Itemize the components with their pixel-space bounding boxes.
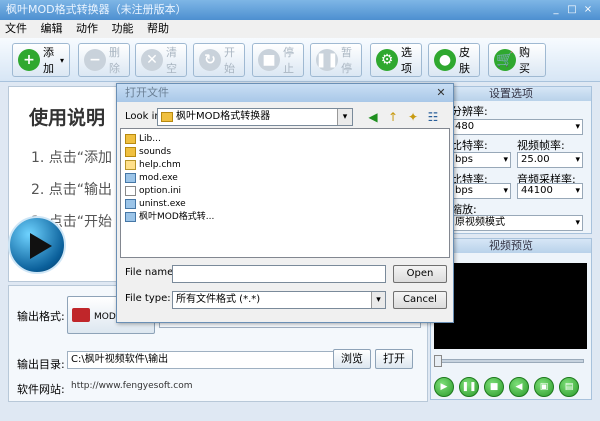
- view-menu-icon[interactable]: ☷: [425, 109, 441, 125]
- folder-icon: [125, 147, 136, 157]
- lookin-select[interactable]: 枫叶MOD格式转换器: [157, 108, 353, 126]
- website-label: 软件网站:: [17, 383, 65, 396]
- settings-panel: 设置选项 分辨率: 480 比特率: 视频帧率: bps 25.00 比特率: …: [430, 86, 592, 234]
- instruction-heading: 使用说明: [29, 107, 106, 129]
- window-titlebar: 枫叶MOD格式转换器（未注册版本） _ □ ×: [0, 0, 600, 20]
- folder-icon: [161, 112, 173, 122]
- window-title: 枫叶MOD格式转换器（未注册版本）: [6, 3, 187, 16]
- website-link[interactable]: http://www.fengyesoft.com: [71, 381, 193, 391]
- clear-icon: ✕: [141, 49, 163, 71]
- preview-slider-track[interactable]: [439, 359, 584, 363]
- pause-button[interactable]: ❚❚ 暂停: [310, 43, 362, 77]
- skin-icon: ●: [434, 49, 456, 71]
- preview-slider-handle[interactable]: [434, 355, 442, 367]
- file-item[interactable]: Lib...: [125, 133, 161, 146]
- file-item[interactable]: mod.exe: [125, 172, 178, 185]
- bitrate-select[interactable]: bps: [451, 152, 511, 168]
- instruction-step-2: 2. 点击“输出: [31, 182, 113, 198]
- add-button[interactable]: + 添加 ▾: [12, 43, 70, 77]
- framerate-select[interactable]: 25.00: [517, 152, 583, 168]
- stop-icon[interactable]: ■: [484, 377, 504, 397]
- refresh-icon: ↻: [199, 49, 221, 71]
- samplerate-select[interactable]: 44100: [517, 183, 583, 199]
- filename-label: File name:: [125, 267, 177, 278]
- skin-button[interactable]: ● 皮肤: [428, 43, 480, 77]
- dialog-close-icon[interactable]: ✕: [433, 85, 449, 101]
- framerate-label: 视频帧率:: [517, 139, 565, 152]
- file-item[interactable]: sounds: [125, 146, 171, 159]
- preview-panel: 视频预览 ▶ ❚❚ ■ ◀ ▣ ▤: [430, 238, 592, 400]
- toolbar: + 添加 ▾ − 删除 ✕ 清空 ↻ 开始 ■ 停止 ❚❚ 暂停 ⚙ 选项 ● 皮…: [0, 38, 600, 82]
- dialog-cancel-button[interactable]: Cancel: [393, 291, 447, 309]
- stop-button[interactable]: ■ 停止: [252, 43, 304, 77]
- ini-file-icon: [125, 186, 136, 196]
- minimize-icon[interactable]: _: [548, 3, 564, 17]
- open-file-dialog: 打开文件 ✕ Look in: 枫叶MOD格式转换器 ◀ ↑ ✦ ☷ Lib..…: [116, 83, 454, 323]
- exe-file-icon: [125, 212, 136, 222]
- maximize-icon[interactable]: □: [564, 3, 580, 17]
- folder-icon[interactable]: ▤: [559, 377, 579, 397]
- up-folder-icon[interactable]: ↑: [385, 109, 401, 125]
- plus-icon: +: [18, 49, 40, 71]
- folder-icon: [125, 134, 136, 144]
- close-icon[interactable]: ×: [580, 3, 596, 17]
- camera-icon: [72, 308, 90, 322]
- options-icon: ⚙: [376, 49, 398, 71]
- play-icon[interactable]: ▶: [434, 377, 454, 397]
- filetype-select[interactable]: 所有文件格式 (*.*) ▾: [172, 291, 386, 309]
- file-list[interactable]: Lib... sounds help.chm mod.exe option.in…: [120, 128, 450, 258]
- chevron-down-icon: ▾: [371, 292, 385, 308]
- file-item[interactable]: help.chm: [125, 159, 181, 172]
- browse-button[interactable]: 浏览: [333, 349, 371, 369]
- pause-icon: ❚❚: [315, 49, 339, 71]
- dialog-open-button[interactable]: Open: [393, 265, 447, 283]
- menu-edit[interactable]: 编辑: [36, 20, 68, 38]
- open-folder-button[interactable]: 打开: [375, 349, 413, 369]
- stop-icon: ■: [258, 49, 280, 71]
- resolution-label: 分辨率:: [451, 105, 488, 118]
- output-dir-label: 输出目录:: [17, 358, 65, 371]
- options-button[interactable]: ⚙ 选项: [370, 43, 422, 77]
- audio-bitrate-select[interactable]: bps: [451, 183, 511, 199]
- pause-icon[interactable]: ❚❚: [459, 377, 479, 397]
- settings-title: 设置选项: [431, 87, 591, 101]
- buy-button[interactable]: 🛒 购买: [488, 43, 546, 77]
- instruction-step-1: 1. 点击“添加: [31, 150, 113, 166]
- preview-title: 视频预览: [431, 239, 591, 253]
- bitrate-label: 比特率:: [451, 139, 488, 152]
- resolution-select[interactable]: 480: [451, 119, 583, 135]
- cart-icon: 🛒: [494, 49, 516, 71]
- new-folder-icon[interactable]: ✦: [405, 109, 421, 125]
- video-preview-screen: [434, 263, 587, 349]
- exe-file-icon: [125, 173, 136, 183]
- file-item[interactable]: uninst.exe: [125, 198, 186, 211]
- minus-icon: −: [84, 49, 106, 71]
- file-item[interactable]: 枫叶MOD格式转...: [125, 211, 214, 224]
- menu-function[interactable]: 功能: [107, 20, 139, 38]
- filename-input[interactable]: [172, 265, 386, 283]
- menu-action[interactable]: 动作: [71, 20, 103, 38]
- app-logo-play-icon: [8, 216, 66, 274]
- exe-file-icon: [125, 199, 136, 209]
- dialog-title: 打开文件: [117, 84, 453, 102]
- menu-file[interactable]: 文件: [0, 20, 32, 38]
- file-item[interactable]: option.ini: [125, 185, 181, 198]
- output-format-label: 输出格式:: [17, 310, 65, 323]
- menu-help[interactable]: 帮助: [142, 20, 174, 38]
- start-button[interactable]: ↻ 开始: [193, 43, 245, 77]
- help-file-icon: [125, 160, 136, 170]
- back-icon[interactable]: ◀: [365, 109, 381, 125]
- rewind-icon[interactable]: ◀: [509, 377, 529, 397]
- scale-select[interactable]: 原视频模式: [451, 215, 583, 231]
- filetype-label: File type:: [125, 293, 171, 304]
- delete-button[interactable]: − 删除: [78, 43, 130, 77]
- menu-bar: 文件 编辑 动作 功能 帮助: [0, 20, 600, 38]
- snapshot-icon[interactable]: ▣: [534, 377, 554, 397]
- output-dir-input[interactable]: C:\枫叶视频软件\输出: [67, 351, 337, 369]
- clear-button[interactable]: ✕ 清空: [135, 43, 187, 77]
